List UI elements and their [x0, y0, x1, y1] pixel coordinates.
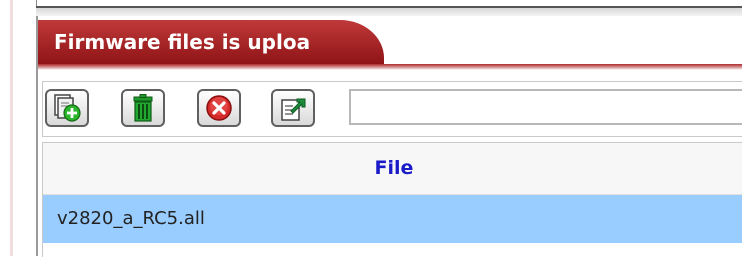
upload-button[interactable]: [271, 89, 315, 127]
add-file-button[interactable]: [45, 89, 89, 127]
column-header-file[interactable]: File: [43, 143, 742, 195]
panel-title-underline: [38, 64, 742, 70]
trash-icon: [133, 94, 153, 122]
frame-top-shade: [36, 8, 742, 16]
upload-icon: [281, 98, 306, 121]
file-table: File v2820_a_RC5.all: [42, 142, 742, 257]
panel-title: Firmware files is uploa: [38, 20, 384, 64]
file-path-field[interactable]: [349, 89, 742, 125]
delete-button[interactable]: [121, 89, 165, 127]
toolbar: [42, 81, 742, 137]
cancel-button[interactable]: [197, 89, 241, 127]
table-row[interactable]: v2820_a_RC5.all: [43, 195, 742, 243]
add-file-icon: [54, 94, 81, 122]
cancel-icon: [206, 95, 232, 121]
window-edge-rule: [10, 0, 13, 256]
firmware-upload-panel: Firmware files is uploa File v2820_a_RC5…: [36, 16, 742, 257]
